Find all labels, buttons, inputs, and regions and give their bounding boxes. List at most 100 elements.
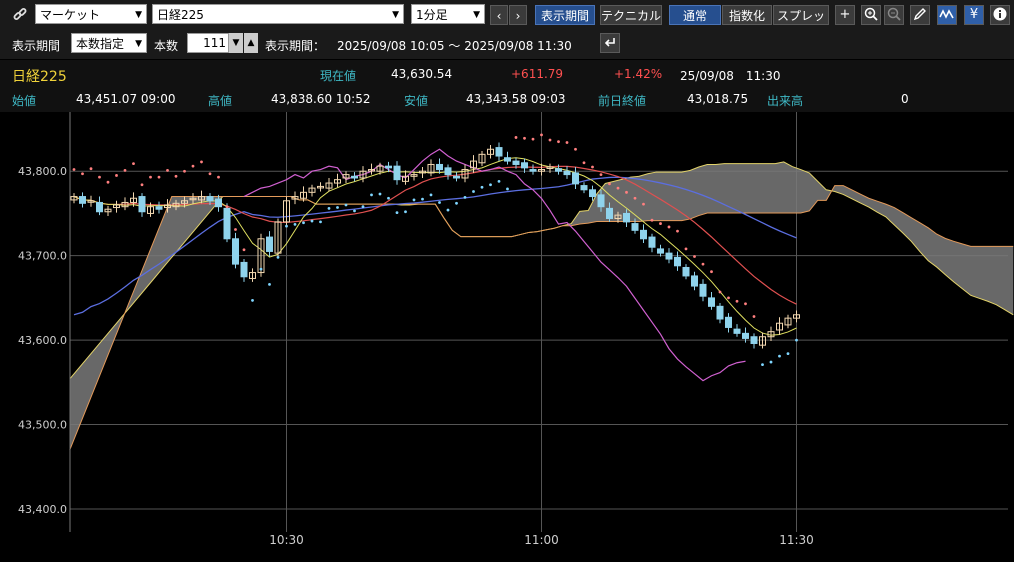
sar-dot: [693, 255, 696, 258]
yen-button[interactable]: ¥: [964, 5, 984, 25]
symbol-select[interactable]: 日経225 ▼: [152, 4, 404, 24]
quote-header: 日経225 現在値 43,630.54 +611.79 +1.42% 25/09…: [0, 60, 1014, 88]
candle-body: [691, 275, 698, 287]
prev-close-value: 43,018.75: [687, 92, 749, 106]
sar-dot: [387, 196, 390, 200]
spread-button[interactable]: スプレッド: [773, 5, 829, 43]
candle-body: [563, 170, 571, 176]
sar-dot: [531, 137, 535, 141]
range-toolbar: 表示期間 本数指定▼ 本数 ▼ ▲ 表示期間： 2025/09/08 10:05…: [0, 30, 1014, 59]
candle-body: [631, 223, 639, 231]
candle-body: [512, 160, 520, 165]
sar-dot: [710, 270, 713, 274]
y-tick-label: 43,500.0: [18, 419, 67, 432]
sar-dot: [659, 222, 662, 225]
crosshair-icon[interactable]: +: [835, 5, 855, 25]
sar-dot: [727, 296, 730, 300]
period-label: 表示期間: [12, 39, 61, 53]
open-value: 43,451.07 09:00: [76, 92, 176, 106]
normal-button[interactable]: 通常: [669, 5, 721, 25]
candle-body: [716, 305, 724, 320]
technical-button[interactable]: テクニカル: [600, 5, 662, 25]
sar-dot: [344, 203, 348, 207]
period-mode-select[interactable]: 本数指定 ▼: [71, 33, 147, 53]
open-label: 始値: [12, 94, 37, 108]
y-tick-label: 43,400.0: [18, 503, 67, 516]
sar-dot: [582, 161, 586, 165]
sar-dot: [506, 187, 509, 191]
sar-dot: [370, 193, 373, 197]
sar-dot: [132, 162, 135, 166]
sar-dot: [285, 224, 288, 228]
pencil-icon[interactable]: [910, 5, 930, 25]
low-value: 43,343.58 09:03: [466, 92, 566, 106]
quote-stats: 始値 43,451.07 09:00 高値 43,838.60 10:52 安値…: [0, 88, 1014, 112]
wave-chart-icon[interactable]: [937, 5, 957, 25]
candle-body: [742, 332, 749, 339]
display-range-label: 表示期間：: [265, 39, 326, 53]
link-icon[interactable]: [12, 6, 28, 22]
market-select[interactable]: マーケット ▼: [35, 4, 147, 24]
price-chart[interactable]: 43,800.0 43,700.0 43,600.0 43,500.0 43,400.0…: [0, 112, 1014, 562]
sar-dot: [378, 192, 382, 196]
zoom-in-icon[interactable]: [861, 5, 881, 25]
count-input[interactable]: [187, 33, 229, 53]
reset-icon[interactable]: [600, 33, 620, 53]
chevron-down-icon: ▼: [135, 10, 142, 20]
info-icon[interactable]: [990, 5, 1010, 25]
chart-grid: [70, 112, 1008, 532]
sar-dot: [174, 174, 178, 178]
y-tick-label: 43,800.0: [18, 165, 67, 178]
prev-button[interactable]: ‹: [490, 5, 508, 25]
sar-dot: [361, 205, 365, 209]
y-tick-label: 43,600.0: [18, 334, 67, 347]
quote-datetime: 25/09/08 11:30: [680, 69, 781, 83]
sar-dot: [514, 136, 518, 139]
sar-dot: [234, 228, 237, 231]
candle-body: [266, 236, 273, 252]
candle-body: [572, 172, 579, 185]
sar-dot: [735, 299, 739, 303]
period-button[interactable]: 表示期間: [535, 5, 595, 25]
sar-dot: [769, 360, 773, 364]
candle-body: [96, 201, 103, 213]
sar-dot: [293, 223, 297, 226]
candle-body: [555, 168, 562, 172]
next-button[interactable]: ›: [509, 5, 527, 25]
index-button[interactable]: 指数化: [722, 5, 772, 25]
candle-body: [385, 165, 392, 169]
sar-dot: [310, 219, 314, 223]
candle-body: [436, 163, 443, 171]
count-down-button[interactable]: ▼: [229, 33, 243, 53]
sar-dot: [302, 221, 305, 225]
sar-dot: [81, 172, 84, 176]
sar-dot: [497, 179, 501, 183]
sar-dot: [217, 175, 220, 179]
sar-dot: [480, 185, 484, 189]
count-up-button[interactable]: ▲: [244, 33, 258, 53]
sar-dot: [718, 290, 722, 294]
chevron-down-icon: ▼: [392, 10, 399, 20]
sar-dot: [667, 225, 671, 229]
sar-dot: [259, 267, 263, 271]
candle-body: [589, 189, 596, 198]
sar-dot: [761, 363, 764, 366]
sar-dot: [786, 352, 790, 356]
sar-dot: [336, 206, 339, 209]
candle-body: [648, 236, 656, 248]
sar-dot: [183, 169, 186, 173]
candle-body: [623, 212, 630, 223]
count-label: 本数: [154, 39, 179, 53]
sar-dot: [574, 147, 577, 151]
sar-dot: [752, 315, 756, 318]
sar-dot: [276, 255, 280, 259]
candle-body: [206, 196, 214, 202]
sar-dot: [472, 190, 475, 193]
sar-dot: [616, 186, 620, 190]
interval-select[interactable]: 1分足 ▼: [411, 4, 485, 24]
sar-dot: [115, 174, 118, 177]
zoom-out-icon[interactable]: [884, 5, 904, 25]
sar-dot: [157, 175, 161, 179]
chevron-down-icon: ▼: [473, 10, 480, 20]
parabolic-sar: [72, 133, 798, 366]
